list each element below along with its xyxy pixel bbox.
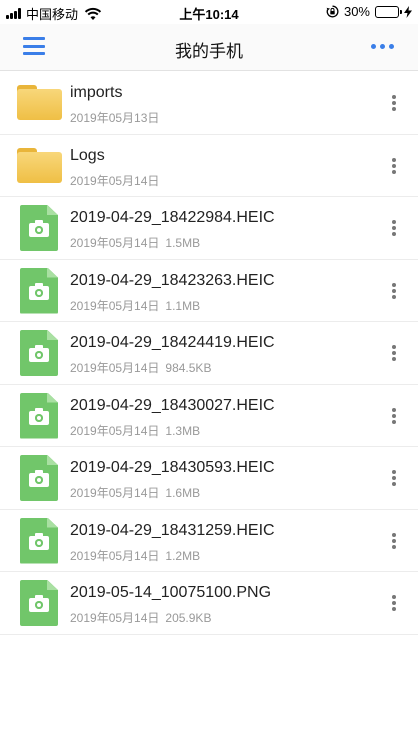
file-date: 2019年05月14日 xyxy=(70,298,160,313)
file-name: 2019-04-29_18423263.HEIC xyxy=(70,271,275,289)
vertical-dots-icon xyxy=(392,470,396,474)
file-meta: 2019年05月14日 1.6MB xyxy=(70,484,200,501)
status-right: 30% xyxy=(326,4,412,19)
file-meta: 2019年05月14日 984.5KB xyxy=(70,359,211,376)
folder-row[interactable]: Logs 2019年05月14日 xyxy=(0,135,418,197)
image-file-icon xyxy=(20,517,58,564)
file-meta: 2019年05月14日 xyxy=(70,172,159,189)
vertical-dots-icon xyxy=(392,345,396,349)
image-file-icon xyxy=(20,205,58,251)
image-file-icon xyxy=(20,267,58,314)
row-more-button[interactable] xyxy=(392,282,396,299)
battery-percent: 30% xyxy=(343,4,370,19)
image-file-icon xyxy=(20,392,58,439)
image-file-icon xyxy=(20,455,58,501)
folder-icon xyxy=(17,147,62,183)
more-dots-icon xyxy=(371,44,376,49)
file-meta: 2019年05月14日 1.2MB xyxy=(70,547,200,564)
file-date: 2019年05月14日 xyxy=(70,361,160,375)
file-row[interactable]: 2019-04-29_18423263.HEIC 2019年05月14日 1.1MB xyxy=(0,260,418,322)
file-row[interactable]: 2019-04-29_18424419.HEIC 2019年05月14日 984.5… xyxy=(0,322,418,385)
file-name: Logs xyxy=(70,146,105,164)
file-date: 2019年05月14日 xyxy=(70,173,160,188)
vertical-dots-icon xyxy=(392,595,396,599)
file-date: 2019年05月14日 xyxy=(70,548,160,563)
file-date: 2019年05月14日 xyxy=(70,423,160,438)
row-more-button[interactable] xyxy=(392,220,396,236)
file-name: 2019-04-29_18422984.HEIC xyxy=(70,209,275,226)
file-date: 2019年05月14日 xyxy=(70,236,160,250)
file-row[interactable]: 2019-04-29_18422984.HEIC 2019年05月14日 1.5MB xyxy=(0,197,418,260)
file-date: 2019年05月14日 xyxy=(70,611,160,625)
file-size: 1.2MB xyxy=(165,548,201,563)
rotation-lock-icon xyxy=(326,5,339,18)
vertical-dots-icon xyxy=(392,282,396,287)
status-bar: 中国移动 上午10:14 30% xyxy=(0,0,418,24)
file-meta: 2019年05月14日 1.5MB xyxy=(70,234,200,251)
vertical-dots-icon xyxy=(392,532,396,537)
row-more-button[interactable] xyxy=(392,95,396,111)
file-name: 2019-04-29_18431259.HEIC xyxy=(70,521,275,539)
more-options-button[interactable] xyxy=(371,44,394,49)
file-size: 1.3MB xyxy=(165,423,201,438)
vertical-dots-icon xyxy=(392,157,396,162)
row-more-button[interactable] xyxy=(392,595,396,611)
file-row[interactable]: 2019-04-29_18430027.HEIC 2019年05月14日 1.3MB xyxy=(0,385,418,447)
row-more-button[interactable] xyxy=(392,470,396,486)
row-more-button[interactable] xyxy=(392,407,396,424)
row-more-button[interactable] xyxy=(392,532,396,549)
file-size: 984.5KB xyxy=(165,361,212,375)
charging-bolt-icon xyxy=(404,5,412,18)
file-size: 1.5MB xyxy=(165,236,201,250)
image-file-icon xyxy=(20,580,58,626)
vertical-dots-icon xyxy=(392,95,396,99)
folder-icon xyxy=(17,85,62,120)
file-size: 1.6MB xyxy=(165,486,201,500)
file-meta: 2019年05月13日 xyxy=(70,109,159,126)
image-file-icon xyxy=(20,330,58,376)
folder-row[interactable]: imports 2019年05月13日 xyxy=(0,72,418,135)
row-more-button[interactable] xyxy=(392,345,396,361)
navigation-bar: 我的手机 xyxy=(0,24,418,71)
file-meta: 2019年05月14日 1.3MB xyxy=(70,422,200,439)
file-name: 2019-04-29_18430593.HEIC xyxy=(70,459,275,476)
file-name: 2019-04-29_18430027.HEIC xyxy=(70,396,275,414)
page-title: 我的手机 xyxy=(175,42,243,61)
file-size: 1.1MB xyxy=(165,298,201,313)
file-meta: 2019年05月14日 205.9KB xyxy=(70,609,211,626)
file-size: 205.9KB xyxy=(165,611,212,625)
file-list: imports 2019年05月13日 Logs 2019年05月14日 2019-04… xyxy=(0,72,418,635)
vertical-dots-icon xyxy=(392,220,396,224)
file-row[interactable]: 2019-04-29_18431259.HEIC 2019年05月14日 1.2MB xyxy=(0,510,418,572)
battery-icon xyxy=(375,5,402,18)
file-row[interactable]: 2019-04-29_18430593.HEIC 2019年05月14日 1.6MB xyxy=(0,447,418,510)
file-date: 2019年05月14日 xyxy=(70,486,160,500)
file-date: 2019年05月13日 xyxy=(70,111,160,125)
vertical-dots-icon xyxy=(392,407,396,412)
file-row[interactable]: 2019-05-14_10075100.PNG 2019年05月14日 205.9K… xyxy=(0,572,418,635)
row-more-button[interactable] xyxy=(392,157,396,174)
file-name: 2019-05-14_10075100.PNG xyxy=(70,584,272,601)
file-meta: 2019年05月14日 1.1MB xyxy=(70,297,200,314)
file-name: 2019-04-29_18424419.HEIC xyxy=(70,334,275,351)
file-name: imports xyxy=(70,84,123,101)
